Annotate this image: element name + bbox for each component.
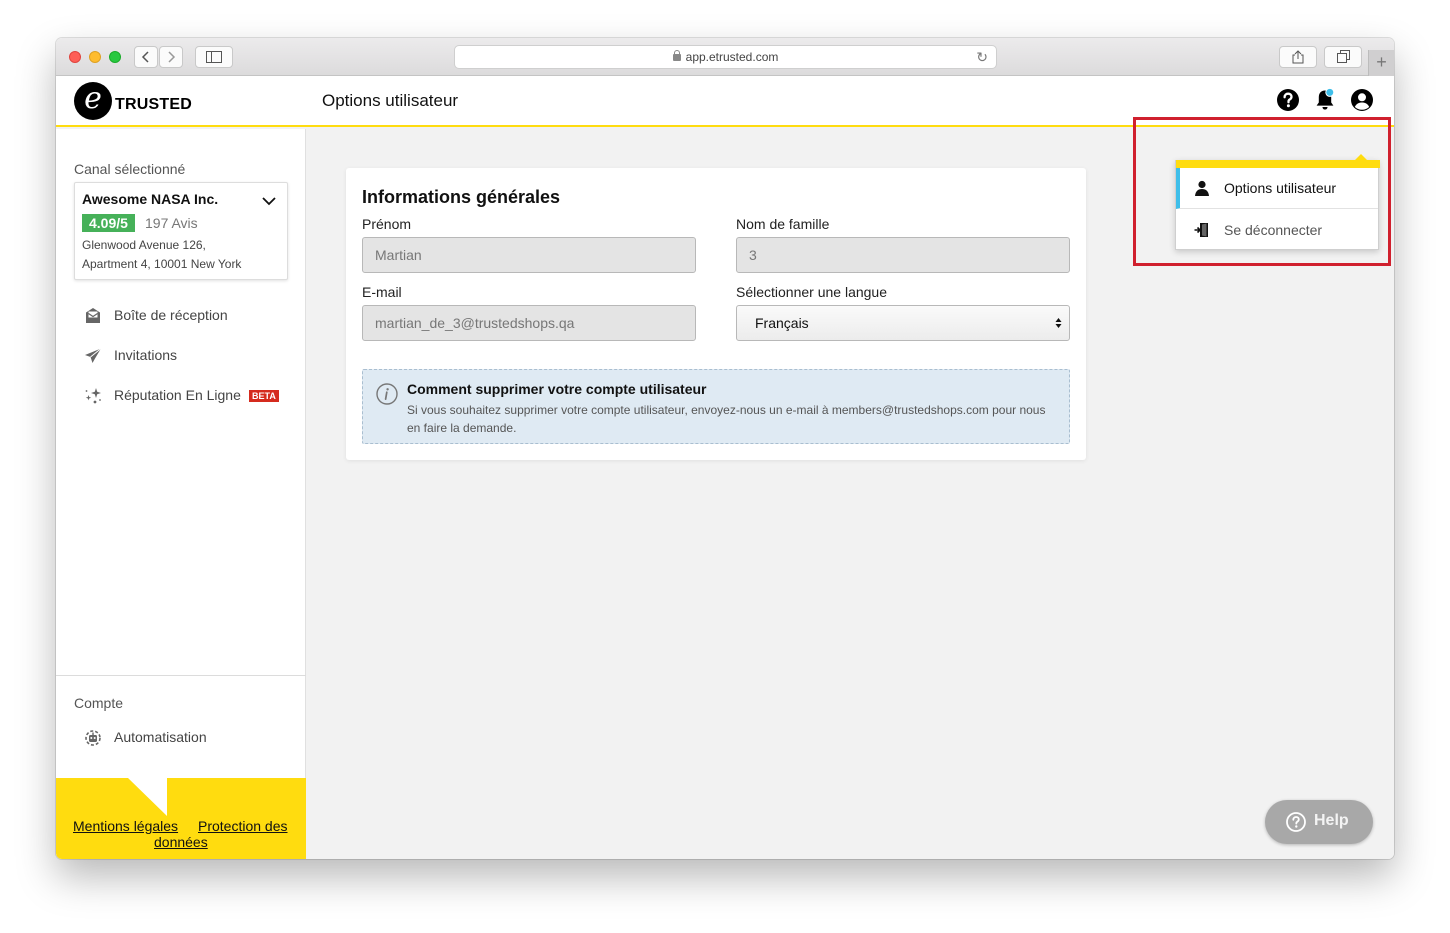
browser-toolbar: app.etrusted.com ↻ + — [56, 38, 1394, 76]
sidebar-item-reputation[interactable]: Réputation En Ligne BETA — [84, 383, 294, 407]
language-label: Sélectionner une langue — [736, 284, 888, 300]
beta-badge: BETA — [249, 390, 279, 402]
new-tab-button[interactable]: + — [1368, 50, 1394, 76]
help-button[interactable]: Help — [1265, 800, 1373, 844]
select-arrows-icon — [1055, 318, 1062, 328]
logo-text: TRUSTED — [115, 96, 192, 113]
sidebar-item-invitations[interactable]: Invitations — [84, 343, 294, 367]
privacy-link[interactable]: Protection des — [198, 818, 288, 834]
back-button[interactable] — [134, 46, 158, 68]
minimize-window-button[interactable] — [89, 51, 101, 63]
last-name-field[interactable]: 3 — [736, 237, 1070, 273]
paper-plane-icon — [85, 348, 102, 363]
sidebar-item-automation[interactable]: Automatisation — [84, 725, 294, 749]
channel-selector[interactable]: Awesome NASA Inc. 4.09/5 197 Avis Glenwo… — [74, 182, 288, 280]
tabs-icon — [1336, 50, 1350, 63]
user-avatar-icon[interactable] — [1350, 88, 1374, 112]
question-circle-icon — [1286, 812, 1306, 832]
sidebar: Canal sélectionné Awesome NASA Inc. 4.09… — [56, 129, 306, 859]
legal-notice-link[interactable]: Mentions légales — [73, 818, 178, 834]
sidebar-item-label: Boîte de réception — [114, 307, 228, 323]
rating-badge: 4.09/5 — [82, 214, 135, 232]
sidebar-item-label: Automatisation — [114, 729, 207, 745]
close-window-button[interactable] — [69, 51, 81, 63]
channel-section-label: Canal sélectionné — [74, 161, 186, 177]
forward-button[interactable] — [159, 46, 183, 68]
address-bar[interactable]: app.etrusted.com ↻ — [454, 45, 997, 69]
first-name-field[interactable]: Martian — [362, 237, 696, 273]
email-label: E-mail — [362, 284, 402, 300]
app-root: e TRUSTED Options utilisateur Canal séle… — [56, 76, 1394, 859]
sidebar-item-inbox[interactable]: Boîte de réception — [84, 303, 294, 327]
url-text: app.etrusted.com — [685, 50, 779, 64]
chevron-right-icon — [168, 51, 176, 63]
language-select[interactable]: Français — [736, 305, 1070, 341]
notification-bell-icon[interactable] — [1313, 88, 1337, 112]
card-title: Informations générales — [362, 187, 561, 207]
channel-address-line2: Apartment 4, 10001 New York — [82, 257, 242, 271]
browser-window: app.etrusted.com ↻ + e TRUSTED Options u… — [56, 38, 1394, 859]
delete-account-info-box: Comment supprimer votre compte utilisate… — [362, 369, 1070, 444]
review-count: 197 Avis — [145, 215, 198, 231]
info-title: Comment supprimer votre compte utilisate… — [407, 381, 707, 397]
share-icon — [1292, 50, 1304, 64]
help-circle-icon[interactable] — [1276, 88, 1300, 112]
reload-icon[interactable]: ↻ — [976, 46, 988, 68]
page-title: Options utilisateur — [322, 91, 459, 110]
channel-name: Awesome NASA Inc. — [82, 191, 219, 207]
general-info-card: Informations générales Prénom Martian No… — [346, 168, 1086, 460]
sidebar-icon — [206, 51, 222, 63]
robot-icon — [85, 730, 101, 746]
info-icon — [376, 383, 398, 405]
info-text: Si vous souhaitez supprimer votre compte… — [407, 403, 1046, 435]
sidebar-item-label: Invitations — [114, 347, 178, 363]
first-name-label: Prénom — [362, 216, 412, 232]
privacy-link-continued[interactable]: données — [154, 834, 208, 850]
language-selected-value: Français — [755, 315, 809, 331]
chevron-left-icon — [141, 51, 149, 63]
share-button[interactable] — [1279, 46, 1317, 68]
footer-decoration — [56, 778, 306, 818]
last-name-label: Nom de famille — [736, 216, 830, 232]
sidebar-divider — [56, 675, 306, 676]
lock-icon — [672, 50, 681, 61]
etrusted-logo-icon[interactable]: e — [74, 82, 112, 120]
help-label: Help — [1314, 812, 1349, 829]
zoom-window-button[interactable] — [109, 51, 121, 63]
tabs-overview-button[interactable] — [1324, 46, 1362, 68]
channel-address-line1: Glenwood Avenue 126, — [82, 238, 206, 252]
highlight-annotation-box — [1133, 117, 1391, 266]
inbox-icon — [86, 308, 100, 323]
sidebar-toggle-button[interactable] — [195, 46, 233, 68]
chevron-down-icon — [262, 197, 276, 206]
email-field[interactable]: martian_de_3@trustedshops.qa — [362, 305, 696, 341]
sparkle-stars-icon — [85, 388, 101, 404]
sidebar-item-label: Réputation En Ligne — [114, 387, 241, 403]
account-section-label: Compte — [74, 695, 124, 711]
sidebar-footer: Mentions légales Protection des données — [56, 817, 306, 859]
